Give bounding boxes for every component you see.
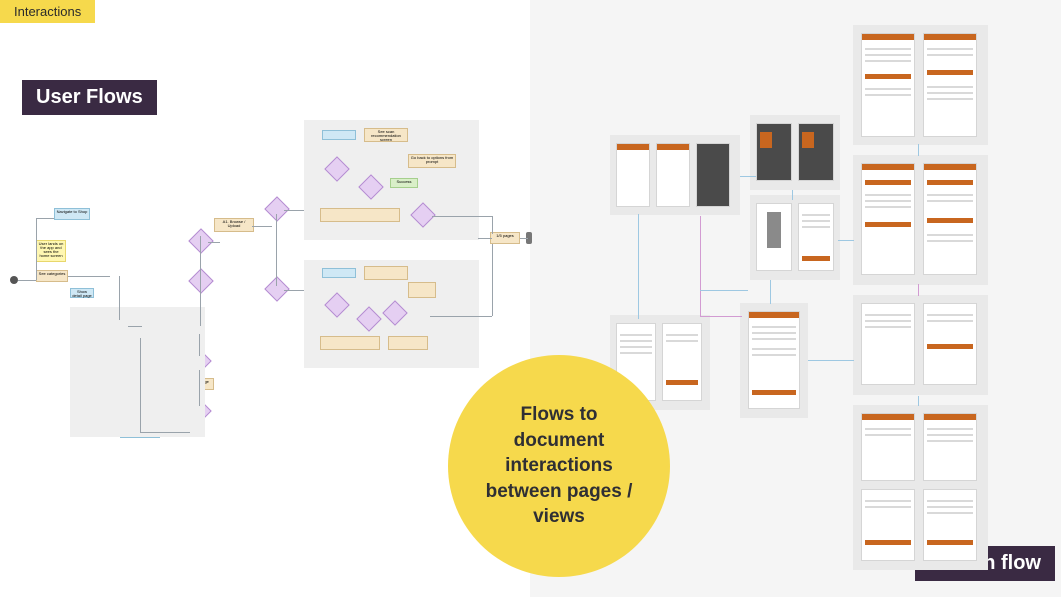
flow-group-b [304,260,479,368]
connector [838,240,854,241]
connector [740,176,756,177]
connector [918,396,919,406]
connector [200,236,201,326]
mock-screen [861,413,915,481]
connector [638,318,639,319]
screen-cluster-confirm-a [853,295,988,395]
node-browse-upload: A1. Browse / Upload [214,218,254,232]
flow-group-a: See scan recommendation screen Go back t… [304,120,479,240]
screen-cluster-catalog-top [853,25,988,145]
node-fg1-green: Success [390,178,418,188]
connector [140,338,141,432]
mock-screen [861,489,915,561]
mock-screen [923,163,977,275]
callout-circle: Flows to document interactions between p… [448,355,670,577]
node-fg2-tan [364,266,408,280]
connector [18,280,36,281]
sticky-note-landing: User lands on the app and sees the home … [36,240,66,262]
connector [276,214,277,286]
decision-fg1-c [410,202,435,227]
screen-cluster-checkout [740,303,808,418]
screen-cluster-confirm-b [853,405,988,570]
connector [119,276,120,320]
mock-screen-dark [798,123,834,181]
decision-fg2-a [324,292,349,317]
connector [430,316,492,317]
mock-screen [861,303,915,385]
connector [128,326,142,327]
connector [284,210,304,211]
connector [808,360,854,361]
connector [36,218,37,280]
node-fg2-blue [322,268,356,278]
connector [199,334,200,356]
mock-screen-dark [696,143,730,207]
mock-screen [662,323,702,401]
screen-cluster-catalog-1 [610,135,740,215]
decision-scan-good [188,268,213,293]
decision-recommend [264,196,289,221]
node-see-categories: See categories [36,270,68,282]
mock-screen [923,413,977,481]
decision-done [264,276,289,301]
connector [478,238,492,239]
decision-fg1-a [324,156,349,181]
mock-screen [923,303,977,385]
connector [252,226,272,227]
mock-screen [861,33,915,137]
node-fg2-bottom2 [388,336,428,350]
node-nav-shop: Navigate to Shop [54,208,90,220]
title-user-flows: User Flows [22,80,157,115]
connector [492,216,493,234]
connector [770,280,771,304]
node-fg1-bottom-tan [320,208,400,222]
connector [918,284,919,296]
mock-screen [656,143,690,207]
screen-cluster-product [750,195,840,280]
connector [140,432,190,433]
section-tag-interactions: Interactions [0,0,95,23]
decision-fg2-c [382,300,407,325]
flow-start-marker [10,276,18,284]
connector [284,290,304,291]
node-fg1-tan2: Go back to options from prompt [408,154,456,168]
connector [36,218,54,219]
connector [700,290,748,291]
node-fg1-tan-wide: See scan recommendation screen [364,128,408,142]
connector [492,244,493,316]
connector [700,316,742,317]
mock-screen [861,163,915,275]
connector [432,216,492,217]
node-show-detail: Show detail page [70,288,94,298]
connector [700,216,701,316]
mock-screen [923,489,977,561]
decision-fg2-b [356,306,381,331]
mock-screen [616,143,650,207]
connector [918,144,919,156]
decision-fg1-b [358,174,383,199]
callout-text: Flows to document interactions between p… [476,402,642,530]
connector [68,276,110,277]
node-fg2-bottom [320,336,380,350]
screen-cluster-promotions [750,115,840,190]
connector [520,238,528,239]
mock-screen [756,203,792,271]
connector [208,242,220,243]
mock-screen [748,311,800,409]
connector [638,214,639,318]
mock-screen [923,33,977,137]
mock-screen [798,203,834,271]
node-fg1-blue [322,130,356,140]
mock-screen-dark [756,123,792,181]
connector [792,190,793,200]
node-fg2-tan-right [408,282,436,298]
decision-has-confirm [188,228,213,253]
node-page-out: 1/5 pages [490,232,520,244]
connector [199,370,200,406]
screen-cluster-catalog-mid [853,155,988,285]
